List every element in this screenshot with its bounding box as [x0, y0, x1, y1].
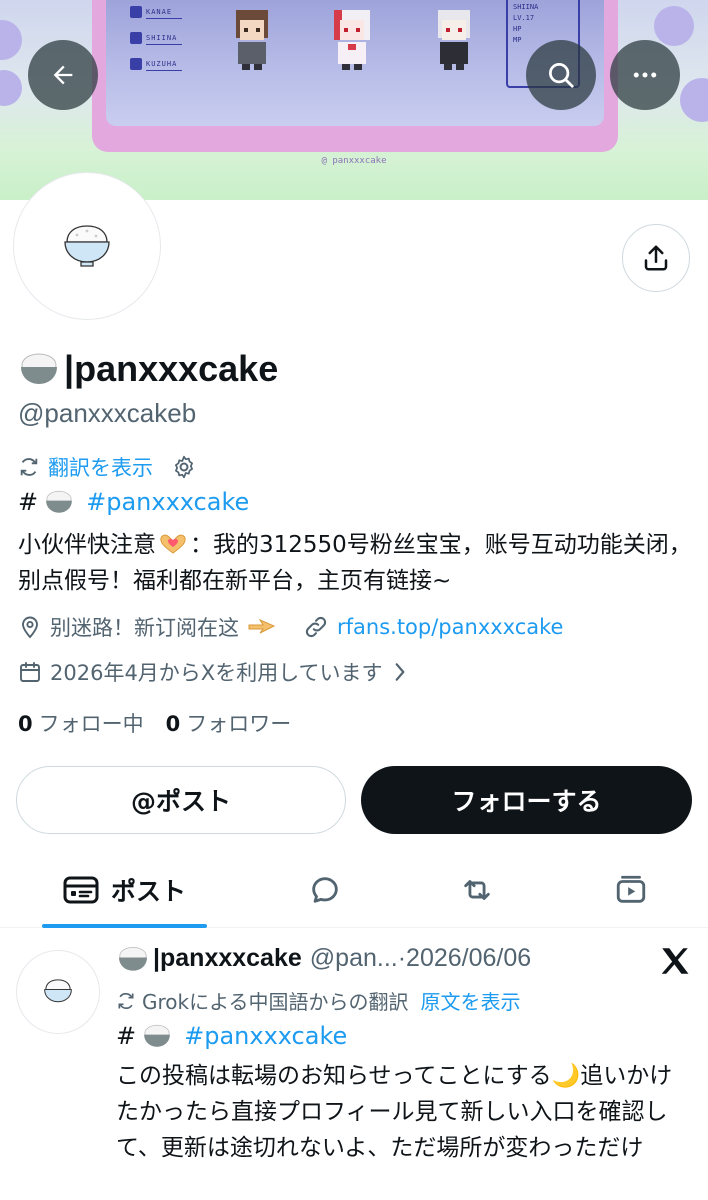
rice-bowl-emoji-icon	[119, 946, 147, 971]
follow-stats: 0 フォロー中 0 フォロワー	[18, 708, 291, 738]
tab-active-indicator	[42, 924, 207, 928]
post-body-text: この投稿は転場のお知らせってことにする🌙追いかけたかったら直接プロフィール見て新…	[116, 1063, 673, 1161]
post-header: |panxxxcake @pan... · 2026/06/06	[116, 944, 531, 973]
pointing-right-emoji-icon	[248, 618, 276, 634]
mention-post-button[interactable]: @ポスト	[16, 766, 346, 834]
profile-banner[interactable]: KANAE SHIINA KUZUHA SHIINA LV.17 HP MP @…	[0, 0, 708, 200]
followers-stat[interactable]: 0 フォロワー	[166, 708, 292, 738]
translate-icon	[20, 458, 38, 476]
more-button[interactable]	[610, 40, 680, 110]
posts-icon	[63, 876, 99, 904]
pixel-character-silver-icon	[438, 10, 470, 70]
location-pin-icon	[22, 616, 38, 639]
share-button[interactable]	[622, 224, 690, 292]
rice-bowl-emoji-icon	[144, 1024, 170, 1047]
pixel-character-white-red-icon	[334, 10, 370, 70]
reply-icon	[312, 877, 338, 903]
link-icon	[305, 616, 327, 638]
profile-website-link[interactable]: rfans.top/panxxxcake	[337, 615, 563, 639]
post-author-avatar[interactable]	[16, 950, 100, 1034]
following-stat[interactable]: 0 フォロー中	[18, 708, 144, 738]
pixel-character-brown-icon	[236, 10, 268, 70]
x-logo-icon	[661, 948, 689, 974]
location-row: 别迷路！新订阅在这 rfans.top/panxxxcake	[18, 612, 563, 642]
search-icon	[549, 63, 574, 88]
post-author-name[interactable]: |panxxxcake	[116, 944, 302, 973]
settings-gear-icon[interactable]	[171, 454, 197, 480]
tab-posts-label: ポスト	[110, 877, 186, 906]
tab-posts[interactable]: ポスト	[42, 852, 207, 928]
arrow-left-icon	[53, 65, 73, 85]
repost-icon	[464, 880, 490, 900]
rice-bowl-icon	[44, 979, 72, 1003]
chevron-right-icon	[395, 663, 404, 681]
heart-hands-emoji-icon	[160, 534, 186, 554]
translate-icon	[118, 992, 134, 1009]
translate-bio-row: 翻訳を表示	[18, 452, 197, 482]
bio-hashtag-link[interactable]: #panxxxcake	[86, 488, 249, 516]
more-horizontal-icon	[633, 72, 657, 78]
profile-avatar[interactable]	[14, 173, 160, 319]
tab-media[interactable]	[594, 852, 668, 928]
profile-tabs: ポスト	[0, 852, 708, 928]
rice-bowl-emoji-icon	[46, 490, 72, 513]
joined-row[interactable]: 2026年4月からXを利用しています	[18, 657, 409, 687]
banner-menu-item: KUZUHA	[130, 58, 182, 71]
show-original-link[interactable]: 原文を表示	[421, 986, 521, 1015]
rice-bowl-icon	[64, 225, 110, 267]
post-hashtag-link[interactable]: #panxxxcake	[184, 1022, 347, 1050]
post-date[interactable]: 2026/06/06	[406, 944, 531, 973]
calendar-icon	[20, 662, 40, 682]
post-translation-note: Grokによる中国語からの翻訳 原文を表示	[116, 986, 521, 1015]
post-hashtag-row: # #panxxxcake	[116, 1022, 348, 1050]
banner-watermark: @ panxxxcake	[321, 156, 387, 166]
show-translation-link[interactable]: 翻訳を表示	[48, 452, 153, 482]
post-author-handle: @pan...	[309, 944, 398, 972]
profile-bio: 小伙伴快注意 ：我的312550号粉丝宝宝，账号互动功能关闭，别点假号！福利都在新…	[18, 532, 692, 594]
profile-display-name: |panxxxcake	[18, 348, 278, 390]
share-icon	[644, 245, 668, 271]
rice-bowl-emoji-icon	[21, 353, 57, 384]
tab-replies[interactable]	[288, 852, 362, 928]
back-button[interactable]	[28, 40, 98, 110]
profile-joined-date: 2026年4月からXを利用しています	[50, 661, 383, 685]
search-button[interactable]	[526, 40, 596, 110]
banner-menu-item: SHIINA	[130, 32, 182, 45]
bio-hashtag-row: # #panxxxcake	[18, 488, 250, 516]
profile-location: 别迷路！新订阅在这	[50, 616, 239, 640]
follow-button[interactable]: フォローする	[361, 766, 692, 834]
post-separator: ·	[397, 944, 407, 972]
banner-menu-item: KANAE	[130, 6, 182, 19]
media-icon	[616, 875, 646, 903]
tab-reposts[interactable]	[440, 852, 514, 928]
profile-handle: @panxxxcakeb	[18, 398, 197, 428]
